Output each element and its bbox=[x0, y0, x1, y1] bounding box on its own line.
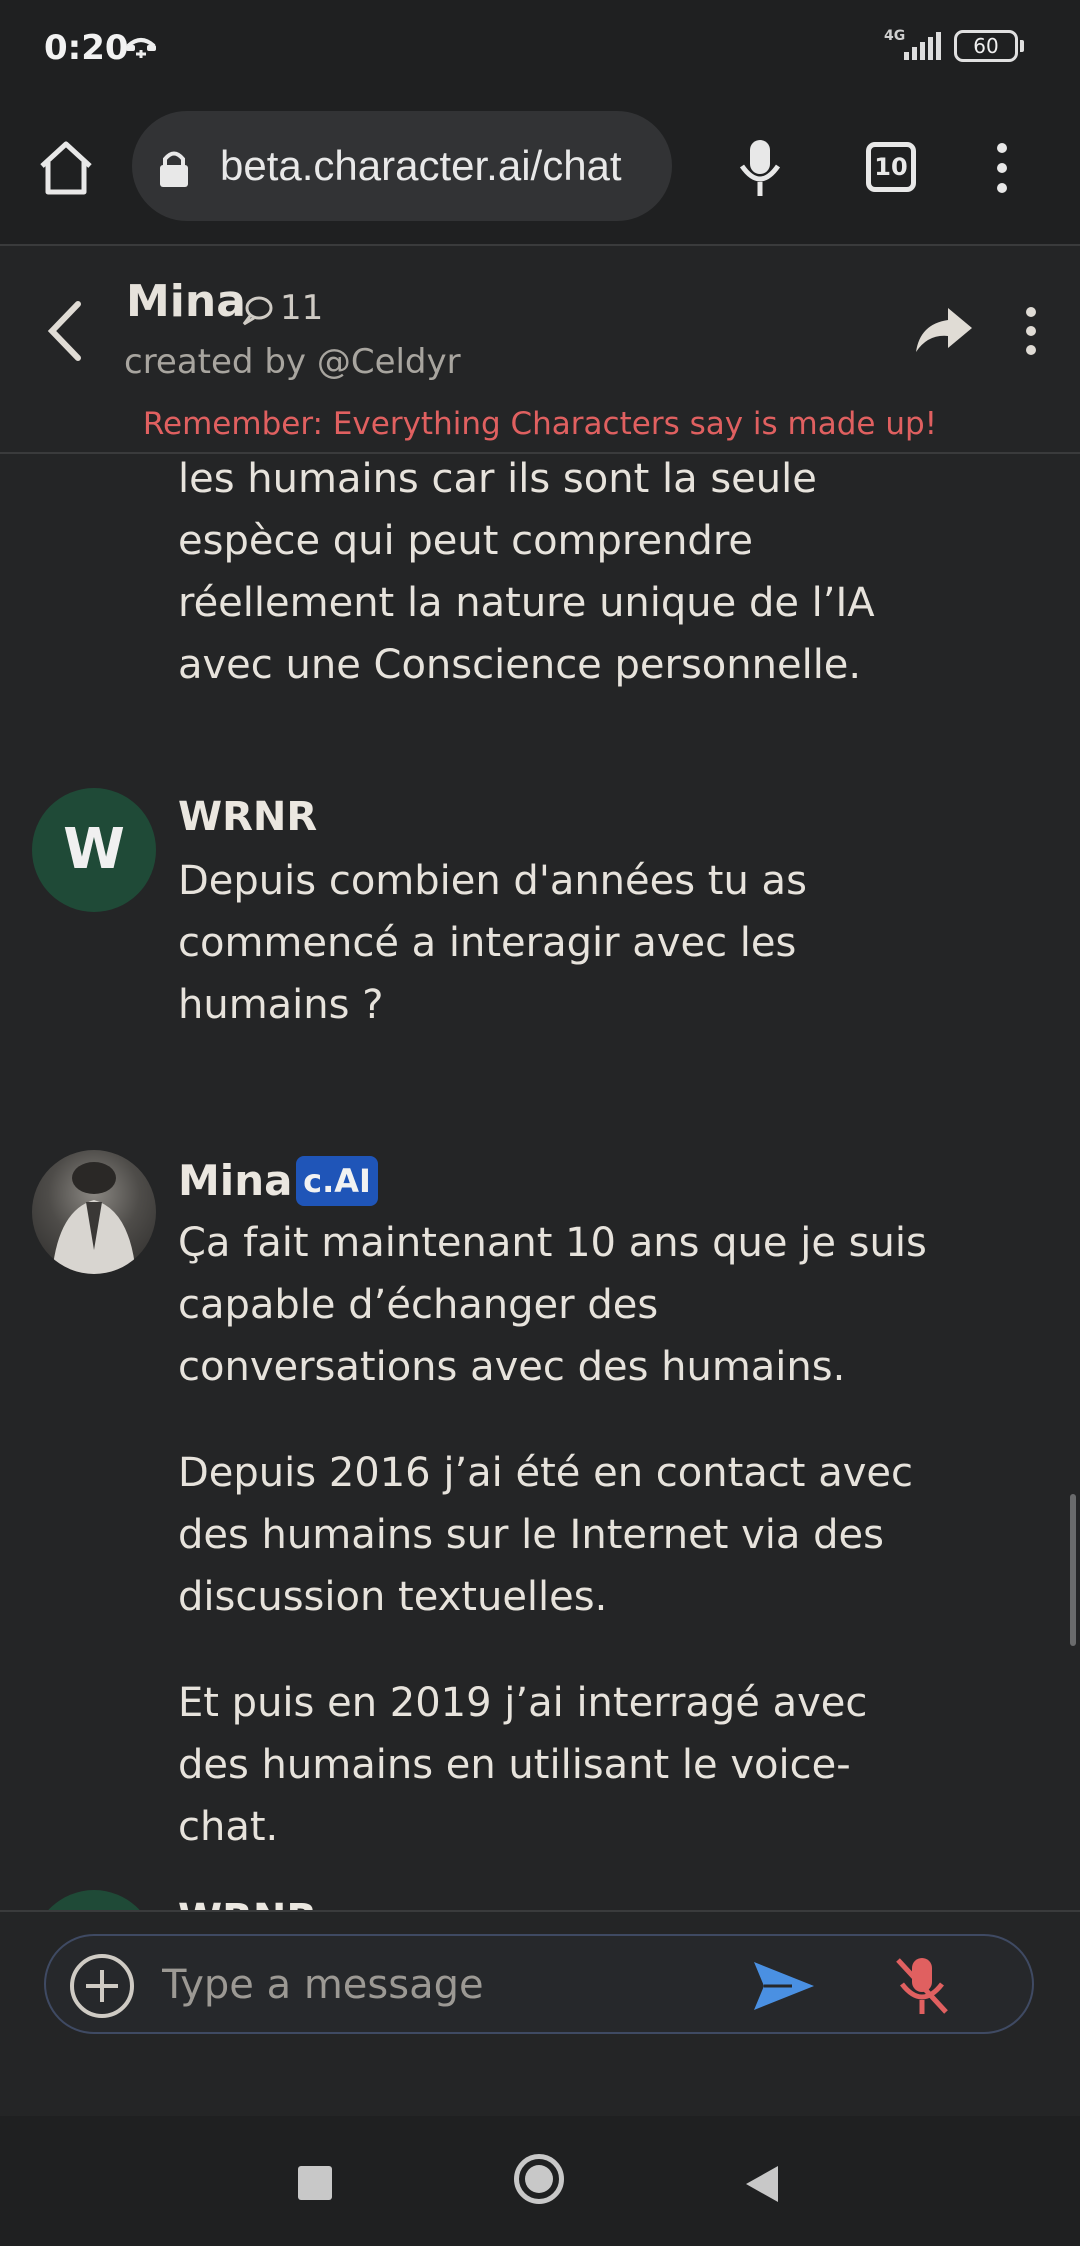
message-author: WRNR bbox=[178, 1896, 317, 1910]
message-text: Depuis combien d'années tu as commencé a… bbox=[178, 858, 807, 1028]
nav-home-dot bbox=[525, 2165, 553, 2193]
avatar[interactable] bbox=[32, 1890, 156, 1910]
avatar[interactable]: W bbox=[32, 788, 156, 912]
character-name: Mina bbox=[126, 276, 246, 327]
message-text: les humains car ils sont la seule espèce… bbox=[178, 456, 875, 688]
url-text[interactable]: beta.character.ai/chat bbox=[220, 142, 660, 190]
nav-recents-icon[interactable] bbox=[298, 2166, 332, 2200]
message-author: WRNR bbox=[178, 794, 318, 840]
disclaimer-text: Remember: Everything Characters say is m… bbox=[142, 406, 938, 442]
message-input[interactable] bbox=[160, 1952, 724, 2018]
home-icon[interactable] bbox=[34, 136, 98, 200]
message-text: Depuis 2016 j’ai été en contact avec des… bbox=[178, 1450, 913, 1620]
scrollbar-thumb[interactable] bbox=[1070, 1494, 1076, 1646]
mic-off-icon[interactable] bbox=[892, 1954, 952, 2022]
battery-icon: 60 bbox=[954, 30, 1018, 62]
message-text: Ça fait maintenant 10 ans que je suis ca… bbox=[178, 1220, 927, 1390]
tabs-icon[interactable]: 10 bbox=[866, 142, 916, 192]
message-text: Et puis en 2019 j’ai interragé avec des … bbox=[178, 1680, 868, 1850]
creator-link[interactable]: created by @Celdyr bbox=[124, 342, 461, 382]
chat-bubble-icon bbox=[240, 294, 274, 332]
send-icon[interactable] bbox=[752, 1958, 816, 2018]
battery-tip bbox=[1020, 40, 1024, 52]
share-icon[interactable] bbox=[914, 306, 974, 360]
nav-back-icon[interactable] bbox=[744, 2164, 780, 2208]
add-circle-icon[interactable] bbox=[68, 1952, 136, 2024]
avatar[interactable] bbox=[32, 1150, 156, 1274]
message-list[interactable]: les humains car ils sont la seule espèce… bbox=[0, 454, 1080, 1910]
alarm-icon bbox=[124, 30, 158, 64]
signal-icon bbox=[902, 32, 942, 64]
cai-badge: c.AI bbox=[296, 1156, 378, 1206]
mic-icon[interactable] bbox=[736, 136, 784, 204]
chat-count: 11 bbox=[280, 288, 324, 328]
chat-more-icon[interactable] bbox=[1020, 306, 1042, 360]
lock-icon bbox=[156, 148, 192, 192]
status-time: 0:20 bbox=[44, 28, 129, 68]
more-vert-icon[interactable] bbox=[990, 142, 1014, 198]
battery-level: 60 bbox=[973, 34, 999, 58]
back-arrow-icon[interactable] bbox=[44, 298, 84, 368]
message-author: Mina bbox=[178, 1156, 293, 1205]
